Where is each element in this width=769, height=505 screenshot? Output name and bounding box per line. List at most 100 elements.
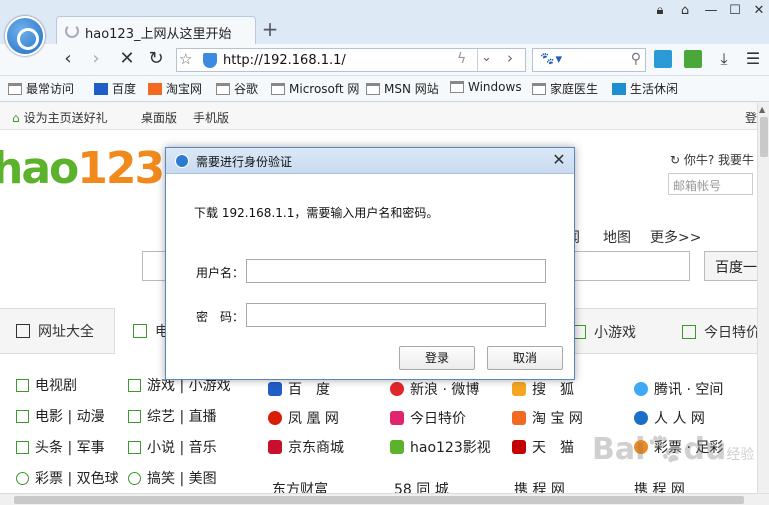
search-tab-map[interactable]: 地图 (603, 227, 631, 247)
forward-icon[interactable]: › (85, 48, 107, 70)
hao123-logo[interactable]: hao123 (0, 143, 165, 194)
dialog-header: 需要进行身份验证 ✕ (166, 148, 574, 174)
qq-icon (634, 382, 648, 396)
baidu-icon (268, 382, 282, 396)
shirt-skin-icon[interactable]: ⌂ (676, 3, 694, 18)
favorite-star-icon[interactable]: ☆ (179, 50, 192, 68)
baidu-jingyan-watermark: Bai🐾︎du经验 (592, 432, 755, 467)
site-link[interactable]: 百 度 (268, 379, 330, 399)
site-link[interactable]: 天 猫 (512, 437, 574, 457)
tab-daily-deals[interactable]: 今日特价 (682, 322, 757, 342)
mail-account-input[interactable]: 邮箱帐号 (668, 173, 753, 195)
scroll-thumb[interactable] (760, 117, 768, 157)
site-link[interactable]: 携 程 网 (634, 479, 685, 493)
site-link[interactable]: 淘 宝 网 (512, 408, 583, 428)
menu-icon[interactable]: ☰ (742, 48, 764, 70)
go-arrow-icon[interactable]: › (507, 49, 513, 67)
category-link[interactable]: 头条 | 军事 (16, 437, 105, 457)
bookmark-item[interactable]: 淘宝网 (148, 80, 202, 97)
close-icon[interactable]: ✕ (550, 150, 568, 169)
site-link[interactable]: 今日特价 (390, 408, 466, 428)
cancel-button[interactable]: 取消 (487, 346, 563, 370)
news-icon (16, 441, 29, 454)
bookmark-item[interactable]: 最常访问 (8, 80, 74, 97)
weather-text[interactable]: ↻ 你牛? 我要牛 (670, 151, 754, 168)
tab-mini-games[interactable]: 小游戏 (572, 322, 636, 342)
mobile-version-link[interactable]: 手机版 (193, 109, 229, 126)
site-link[interactable]: 58 同 城 (394, 479, 449, 493)
browser-logo-icon[interactable] (5, 16, 45, 56)
password-label: 密 码： (196, 310, 245, 324)
category-link[interactable]: 电视剧 (16, 375, 77, 395)
search-tab-more[interactable]: 更多>> (650, 227, 701, 247)
site-link[interactable]: 新浪 · 微博 (390, 379, 479, 399)
baidu-search-button[interactable]: 百度一 (704, 251, 757, 281)
minimize-icon[interactable]: — (702, 3, 720, 18)
screenshot-tool-icon[interactable] (684, 50, 702, 68)
title-bar: hao123_上网从这里开始 + 🔒︎ ⌂ — ☐ ✕ (0, 0, 769, 44)
sina-weibo-icon (390, 382, 404, 396)
top-links-strip: ⌂ 设为主页送好礼 桌面版 手机版 登 (0, 103, 757, 130)
maximize-icon[interactable]: ☐ (726, 3, 744, 18)
category-link[interactable]: 彩票 | 双色球 (16, 468, 119, 488)
browser-tab[interactable]: hao123_上网从这里开始 (56, 16, 256, 44)
baidu-paw-icon[interactable]: 🐾︎▾ (539, 52, 562, 67)
game-icon (128, 379, 141, 392)
site-link[interactable]: 携 程 网 (514, 479, 565, 493)
url-text[interactable]: http://192.168.1.1/ (223, 53, 346, 68)
folder-icon (532, 83, 546, 95)
bookmark-item[interactable]: 谷歌 (216, 80, 258, 97)
vertical-scrollbar[interactable]: ▲ (757, 103, 769, 493)
site-link[interactable]: hao123影视 (390, 437, 491, 457)
list-icon (16, 324, 30, 338)
bookmark-item[interactable]: MSN 网站 (366, 80, 439, 97)
horizontal-scrollbar[interactable] (0, 493, 769, 505)
refresh-icon[interactable]: ↻ (145, 48, 167, 70)
scroll-up-icon[interactable]: ▲ (759, 105, 765, 114)
speaker-tool-icon[interactable] (654, 50, 672, 68)
category-link[interactable]: 搞笑 | 美图 (128, 468, 217, 488)
lottery-icon (16, 472, 29, 485)
login-button[interactable]: 登录 (399, 346, 475, 370)
lock-icon[interactable]: 🔒︎ (651, 3, 669, 18)
search-box[interactable]: 🐾︎▾ ⚲ (532, 48, 646, 72)
bookmark-item[interactable]: 百度 (94, 80, 136, 97)
desktop-version-link[interactable]: 桌面版 (141, 109, 177, 126)
site-link[interactable]: 凤 凰 网 (268, 408, 339, 428)
book-icon (128, 441, 141, 454)
bookmark-item[interactable]: Microsoft 网 (271, 80, 359, 97)
category-link[interactable]: 电影 | 动漫 (16, 406, 105, 426)
set-homepage-link[interactable]: ⌂ 设为主页送好礼 (12, 109, 108, 126)
address-bar[interactable]: ☆ http://192.168.1.1/ ϟ ⌄ › (176, 48, 526, 72)
site-link[interactable]: 东方财富 (272, 479, 328, 493)
site-link[interactable]: 人 人 网 (634, 408, 705, 428)
paw-icon: 🐾︎ (645, 432, 684, 467)
login-link[interactable]: 登 (745, 109, 757, 126)
stop-icon[interactable]: ✕ (116, 48, 138, 70)
back-icon[interactable]: ‹ (57, 48, 79, 70)
close-window-icon[interactable]: ✕ (750, 3, 768, 18)
username-input[interactable] (246, 259, 546, 283)
site-link[interactable]: 京东商城 (268, 437, 344, 457)
username-label: 用户名： (196, 266, 245, 280)
url-dropdown-icon[interactable]: ⌄ (481, 50, 492, 65)
home-icon: ⌂ (12, 111, 20, 125)
tab-title: hao123_上网从这里开始 (85, 27, 232, 42)
download-icon[interactable]: ⤓ (713, 48, 735, 70)
site-link[interactable]: 搜 狐 (512, 379, 574, 399)
scroll-thumb[interactable] (14, 496, 744, 504)
folder-icon (450, 81, 464, 93)
bookmark-item[interactable]: 家庭医生 (532, 80, 598, 97)
category-link[interactable]: 综艺 | 直播 (128, 406, 217, 426)
smile-icon (128, 472, 141, 485)
bookmark-item[interactable]: Windows (450, 80, 522, 94)
security-shield-icon (203, 53, 217, 68)
search-icon[interactable]: ⚲ (631, 51, 641, 67)
category-link[interactable]: 小说 | 音乐 (128, 437, 217, 457)
tab-site-directory[interactable]: 网址大全 (0, 321, 110, 341)
speed-mode-icon[interactable]: ϟ (457, 51, 466, 67)
password-input[interactable] (246, 303, 546, 327)
site-link[interactable]: 腾讯 · 空间 (634, 379, 723, 399)
bookmark-item[interactable]: 生活休闲 (612, 80, 678, 97)
new-tab-button[interactable]: + (258, 18, 282, 42)
